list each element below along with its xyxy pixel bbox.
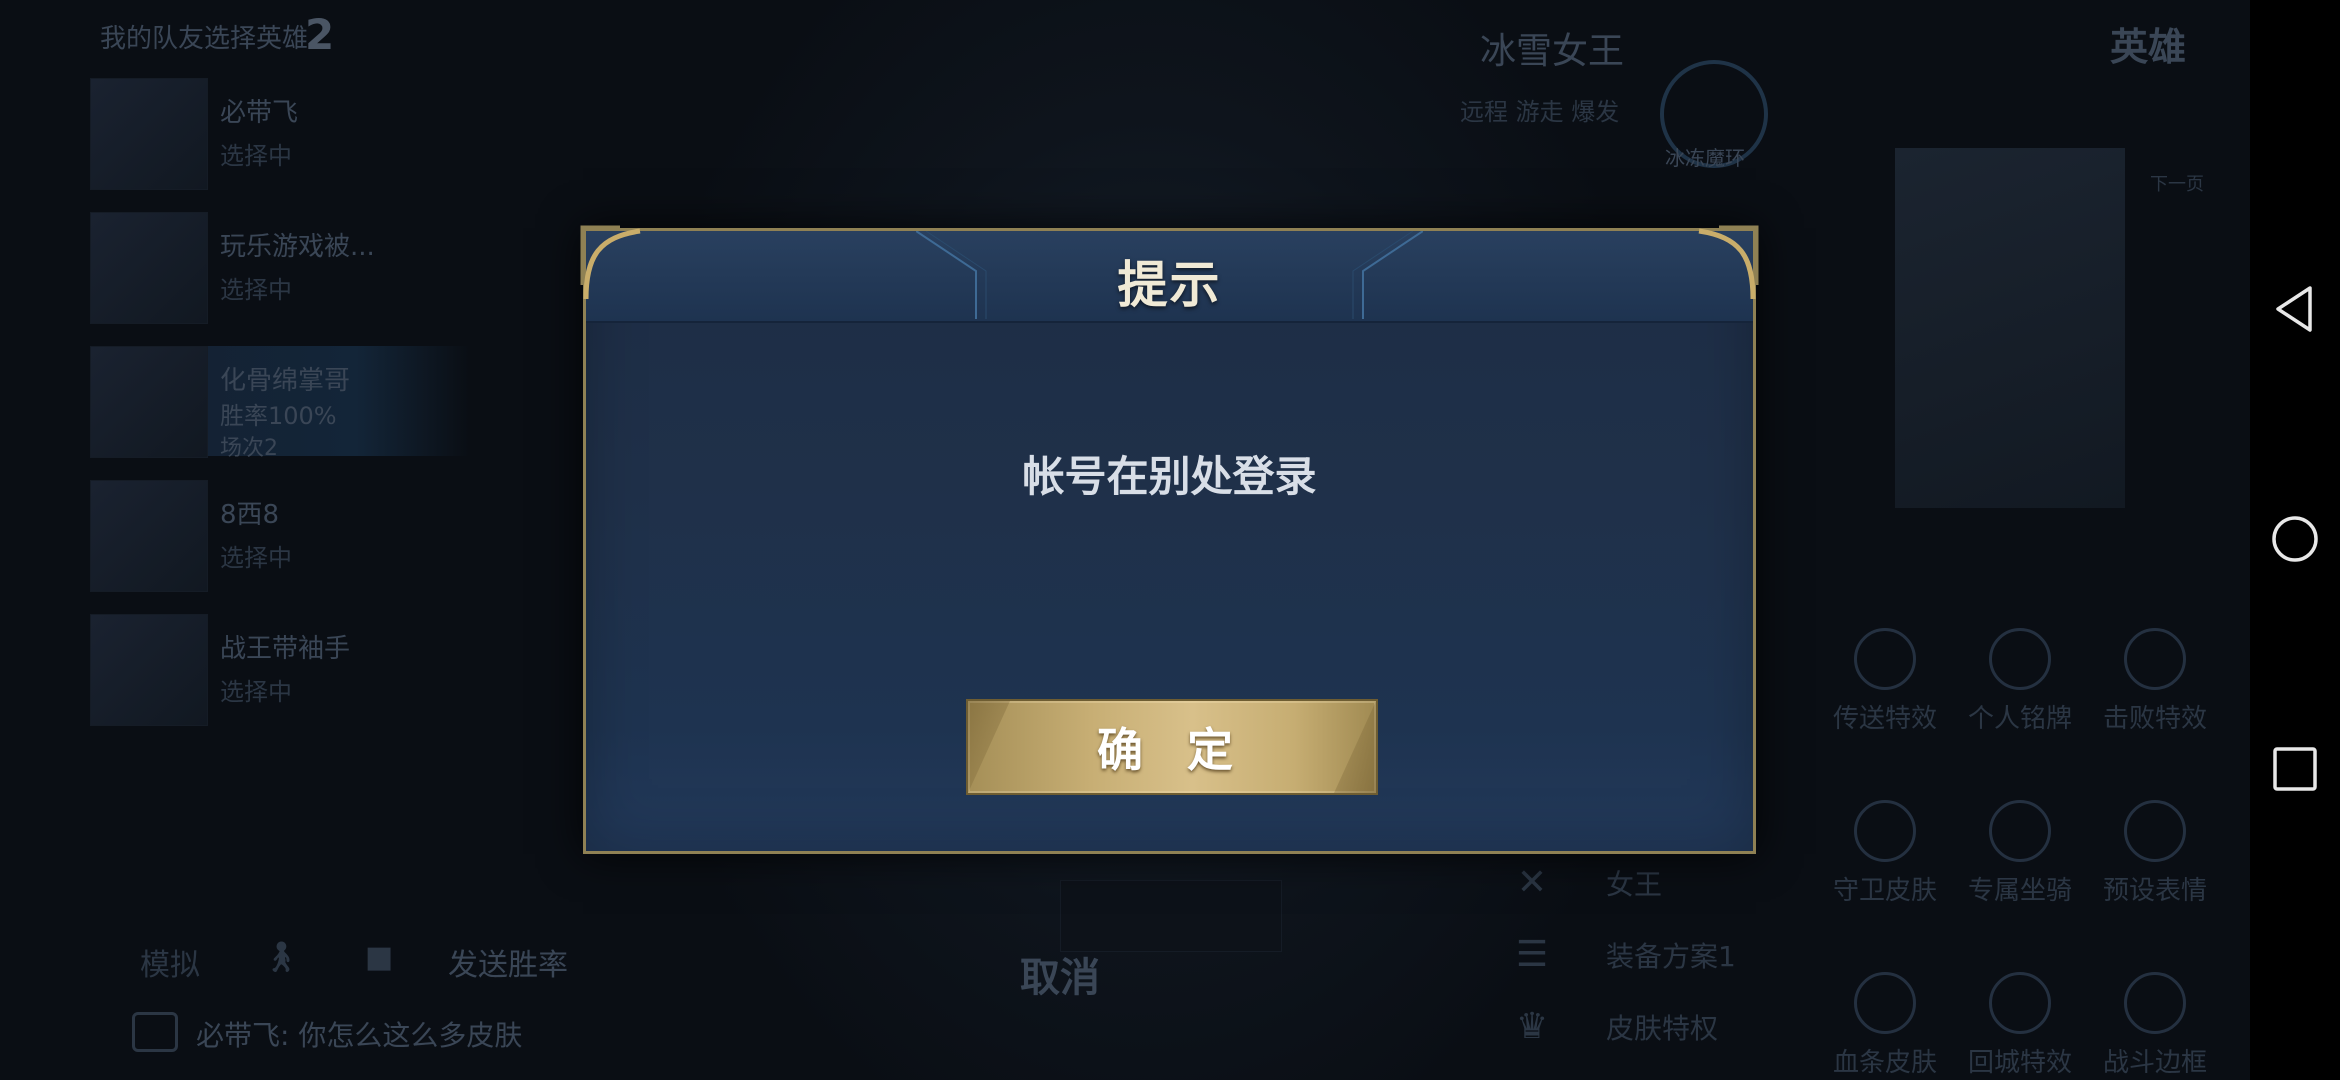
grid-item-icon — [2124, 972, 2186, 1034]
top-right-title: 英雄 — [2110, 25, 2187, 69]
hero-name: 冰雪女王 — [1480, 31, 1625, 72]
cancel-button: 取消 — [1020, 955, 1100, 1001]
right-panel-row: ✕ 女王 — [1510, 862, 1662, 903]
grid-item-icon — [1854, 800, 1916, 862]
grid-item: 个人铭牌 — [1955, 628, 2085, 735]
grid-item-icon — [2124, 628, 2186, 690]
send-winrate-button: 发送胜率 — [448, 948, 568, 983]
player-portrait — [90, 212, 208, 324]
dialog-header: 提示 — [586, 231, 1753, 323]
grid-item: 预设表情 — [2090, 800, 2220, 907]
right-panel-row-label: 女王 — [1606, 868, 1663, 901]
simulate-button: 模拟 — [140, 948, 200, 983]
player-portrait — [90, 346, 208, 458]
confirm-button-label: 确 定 — [1096, 723, 1247, 777]
alert-dialog: 提示 帐号在别处登录 确 定 — [580, 225, 1759, 854]
team-count: 2 — [305, 10, 335, 59]
player-portrait — [90, 614, 208, 726]
grid-item-icon — [2124, 800, 2186, 862]
corner-ornament-right — [1698, 225, 1759, 300]
grid-item: 血条皮肤 — [1820, 972, 1950, 1079]
system-navigation-bar — [2250, 0, 2340, 1080]
player-name: 化骨绵掌哥 — [220, 366, 351, 396]
player-status: 选择中 — [220, 678, 292, 706]
right-panel-row: ♛ 皮肤特权 — [1510, 1006, 1718, 1047]
grid-item-icon — [1989, 972, 2051, 1034]
hero-badge: 冰冻魔环 — [1665, 146, 1745, 170]
chat-message: 必带飞: 你怎么这么多皮肤 — [196, 1019, 523, 1052]
dialog-message: 帐号在别处登录 — [1022, 452, 1317, 501]
team-title: 我的队友选择英雄 — [100, 24, 309, 54]
player-name: 8西8 — [220, 500, 280, 530]
crown-icon: ♛ — [1515, 1006, 1549, 1047]
grid-item: 传送特效 — [1820, 628, 1950, 735]
player-status: 选择中 — [220, 142, 292, 170]
dialog-title: 提示 — [1117, 256, 1222, 314]
player-winrate: 胜率100% — [220, 402, 337, 430]
right-panel-row-label: 装备方案1 — [1606, 940, 1736, 973]
hero-tags: 远程 游走 爆发 — [1460, 98, 1620, 126]
player-name: 玩乐游戏被... — [220, 232, 375, 262]
grid-item-icon — [1989, 628, 2051, 690]
grid-item-icon — [1854, 628, 1916, 690]
player-name: 必带飞 — [220, 98, 299, 128]
grid-item-icon — [1854, 972, 1916, 1034]
player-portrait — [90, 78, 208, 190]
player-slot: 8西8 选择中 — [90, 480, 470, 592]
player-slot: 必带飞 选择中 — [90, 78, 470, 190]
grid-item-icon — [1989, 800, 2051, 862]
right-panel-row-label: 皮肤特权 — [1606, 1012, 1719, 1045]
skin-preview-card — [1895, 148, 2125, 508]
voice-icon: ■ — [365, 940, 394, 975]
grid-item: 回城特效 — [1955, 972, 2085, 1079]
grid-item: 守卫皮肤 — [1820, 800, 1950, 907]
grid-item: 战斗边框 — [2090, 972, 2220, 1079]
center-panel — [1060, 880, 1282, 952]
player-slot-active: 化骨绵掌哥 胜率100% 场次2 — [90, 346, 470, 461]
player-name: 战王带袖手 — [220, 634, 351, 664]
home-icon[interactable] — [2270, 514, 2320, 564]
corner-ornament-left — [580, 225, 641, 300]
player-matches: 场次2 — [220, 436, 278, 461]
chat-icon — [132, 1012, 178, 1052]
grid-item: 专属坐骑 — [1955, 800, 2085, 907]
player-status: 选择中 — [220, 544, 292, 572]
right-panel-row: ☰ 装备方案1 — [1510, 934, 1736, 975]
player-slot: 玩乐游戏被... 选择中 — [90, 212, 470, 324]
skin-page-tag: 下一页 — [2150, 174, 2204, 195]
player-portrait — [90, 480, 208, 592]
close-x-icon: ✕ — [1516, 862, 1548, 903]
player-slot: 战王带袖手 选择中 — [90, 614, 470, 726]
back-icon[interactable] — [2270, 284, 2320, 334]
recents-icon[interactable] — [2270, 744, 2320, 794]
player-status: 选择中 — [220, 276, 292, 304]
grid-item: 击败特效 — [2090, 628, 2220, 735]
confirm-button[interactable]: 确 定 — [966, 699, 1378, 795]
list-icon: ☰ — [1515, 934, 1549, 975]
figure-icon: 🚶︎ — [262, 940, 301, 975]
